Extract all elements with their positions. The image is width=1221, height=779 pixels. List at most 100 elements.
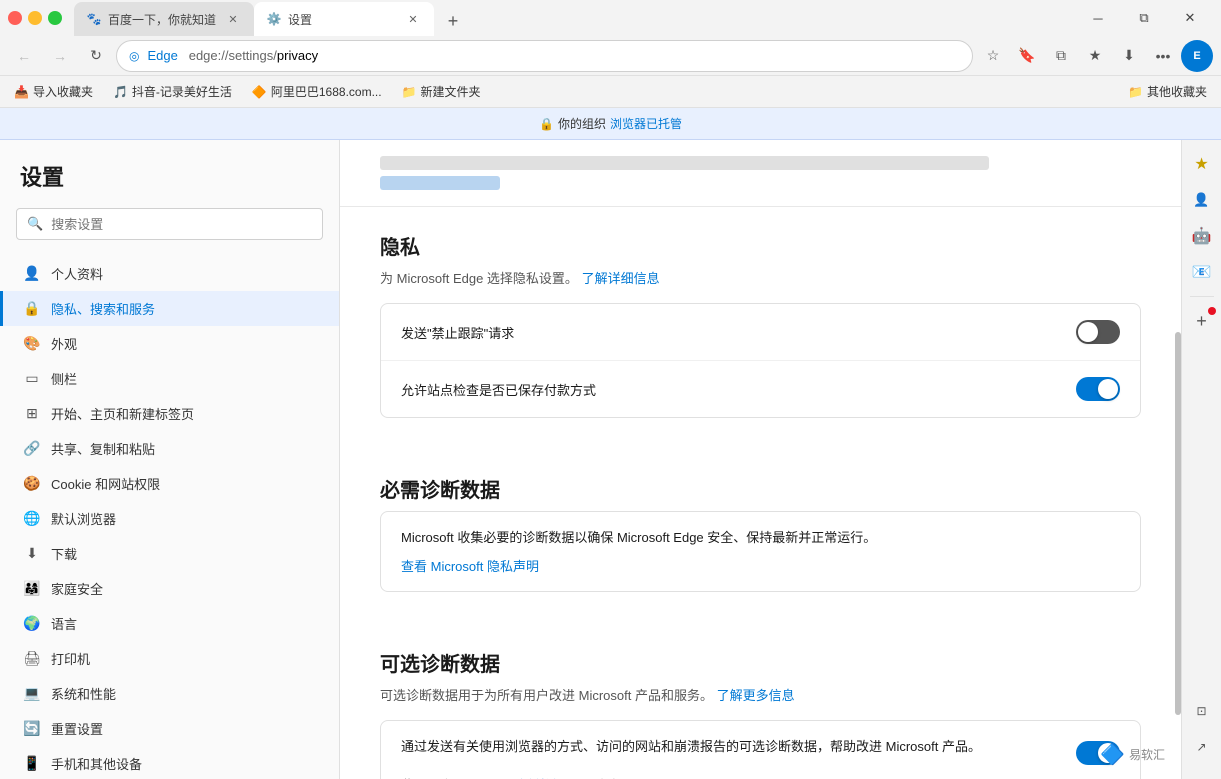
sidebar-item-default-browser[interactable]: 🌐 默认浏览器 bbox=[0, 501, 339, 536]
new-tab-button[interactable]: + bbox=[438, 6, 468, 36]
more-button[interactable]: ••• bbox=[1147, 40, 1179, 72]
address-bar[interactable]: ◎ Edge edge://settings/privacy bbox=[116, 40, 973, 72]
sidebar-item-language[interactable]: 🌍 语言 bbox=[0, 606, 339, 641]
window-maximize-btn[interactable] bbox=[48, 11, 62, 25]
sidebar-screen-icon[interactable]: ⊡ bbox=[1186, 695, 1218, 727]
sidebar-item-share[interactable]: 🔗 共享、复制和粘贴 bbox=[0, 431, 339, 466]
privacy-desc-text: 为 Microsoft Edge 选择隐私设置。 bbox=[380, 271, 578, 286]
bookmarks-bar: 📥 导入收藏夹 🎵 抖音-记录美好生活 🔶 阿里巴巴1688.com... 📁 … bbox=[0, 76, 1221, 108]
appearance-icon: 🎨 bbox=[23, 335, 41, 353]
right-sidebar-separator bbox=[1190, 296, 1214, 297]
sidebar-item-appearance-label: 外观 bbox=[51, 334, 77, 353]
sidebar-outlook-icon[interactable]: 📧 bbox=[1186, 256, 1218, 288]
sidebar-copilot-icon[interactable]: 🤖 bbox=[1186, 220, 1218, 252]
sidebar-item-privacy[interactable]: 🔒 隐私、搜索和服务 bbox=[0, 291, 339, 326]
notification-text: 你的组织 bbox=[558, 115, 606, 132]
profile-icon: 👤 bbox=[23, 265, 41, 283]
star-button[interactable]: ☆ bbox=[977, 40, 1009, 72]
search-icon: 🔍 bbox=[27, 216, 43, 232]
privacy-section-title: 隐私 bbox=[380, 207, 1141, 260]
optional-learn-more-link[interactable]: 了解更多信息 bbox=[717, 688, 795, 703]
tab-settings-favicon: ⚙️ bbox=[266, 11, 282, 27]
share-icon: 🔗 bbox=[23, 440, 41, 458]
watermark: 🔷 易软汇 bbox=[1100, 742, 1165, 767]
bookmark-new-folder[interactable]: 📁 新建文件夹 bbox=[396, 81, 487, 102]
sidebar-item-mobile[interactable]: 📱 手机和其他设备 bbox=[0, 746, 339, 779]
default-browser-icon: 🌐 bbox=[23, 510, 41, 528]
tab-settings[interactable]: ⚙️ 设置 ✕ bbox=[254, 2, 434, 36]
address-text: Edge edge://settings/privacy bbox=[147, 48, 960, 63]
sidebar-title: 设置 bbox=[0, 160, 339, 208]
privacy-section-desc: 为 Microsoft Edge 选择隐私设置。 了解详细信息 bbox=[380, 268, 1141, 287]
other-bookmarks-label: 其他收藏夹 bbox=[1147, 83, 1207, 100]
sidebar-item-startup[interactable]: ⊞ 开始、主页和新建标签页 bbox=[0, 396, 339, 431]
favorites-button[interactable]: ★ bbox=[1079, 40, 1111, 72]
optional-card-main-text: 通过发送有关使用浏览器的方式、访问的网站和崩溃报告的可选诊断数据，帮助改进 Mi… bbox=[401, 739, 981, 754]
sidebar-item-system[interactable]: 💻 系统和性能 bbox=[0, 676, 339, 711]
sidebar-item-reset[interactable]: 🔄 重置设置 bbox=[0, 711, 339, 746]
sidebar-icon: ▭ bbox=[23, 370, 41, 388]
bookmark-folder-icon: 📁 bbox=[402, 85, 417, 99]
sidebar-item-reset-label: 重置设置 bbox=[51, 719, 103, 738]
bookmark-alibaba-icon: 🔶 bbox=[252, 85, 267, 99]
close-btn[interactable]: ✕ bbox=[1167, 2, 1213, 34]
sidebar-item-sidebar-label: 侧栏 bbox=[51, 369, 77, 388]
required-diagnostic-text: Microsoft 收集必要的诊断数据以确保 Microsoft Edge 安全… bbox=[401, 528, 1120, 548]
collections-button[interactable]: 🔖 bbox=[1011, 40, 1043, 72]
sidebar-add-icon[interactable]: + bbox=[1186, 305, 1218, 337]
sidebar-item-printer[interactable]: 🖨 打印机 bbox=[0, 641, 339, 676]
sidebar-external-icon[interactable]: ↗ bbox=[1186, 731, 1218, 763]
other-bookmarks[interactable]: 📁 其他收藏夹 bbox=[1122, 81, 1213, 102]
sidebar-item-cookies-label: Cookie 和网站权限 bbox=[51, 474, 160, 493]
top-partial-content bbox=[340, 140, 1181, 207]
window-minimize-btn[interactable] bbox=[28, 11, 42, 25]
tab-baidu-favicon: 🐾 bbox=[86, 11, 102, 27]
privacy-section: 隐私 为 Microsoft Edge 选择隐私设置。 了解详细信息 发送"禁止… bbox=[380, 207, 1141, 418]
back-button[interactable]: ← bbox=[8, 40, 40, 72]
notification-link[interactable]: 浏览器已托管 bbox=[610, 115, 682, 132]
sidebar-item-family[interactable]: 👨‍👩‍👧 家庭安全 bbox=[0, 571, 339, 606]
refresh-button[interactable]: ↻ bbox=[80, 40, 112, 72]
sidebar-item-profile[interactable]: 👤 个人资料 bbox=[0, 256, 339, 291]
sidebar-item-family-label: 家庭安全 bbox=[51, 579, 103, 598]
browser-window: 🐾 百度一下，你就知道 ✕ ⚙️ 设置 ✕ + ─ ⧉ ✕ ← → ↻ ◎ bbox=[0, 0, 1221, 779]
sidebar-item-sidebar[interactable]: ▭ 侧栏 bbox=[0, 361, 339, 396]
do-not-track-toggle[interactable] bbox=[1076, 320, 1120, 344]
bookmark-tiktok[interactable]: 🎵 抖音-记录美好生活 bbox=[107, 81, 238, 102]
split-view-button[interactable]: ⧉ bbox=[1045, 40, 1077, 72]
watermark-text: 易软汇 bbox=[1129, 746, 1165, 763]
sidebar-item-cookies[interactable]: 🍪 Cookie 和网站权限 bbox=[0, 466, 339, 501]
sidebar-item-appearance[interactable]: 🎨 外观 bbox=[0, 326, 339, 361]
forward-button[interactable]: → bbox=[44, 40, 76, 72]
privacy-statement-link-text: Microsoft 隐私声明 bbox=[431, 559, 539, 574]
window-close-btn[interactable] bbox=[8, 11, 22, 25]
tab-baidu[interactable]: 🐾 百度一下，你就知道 ✕ bbox=[74, 2, 254, 36]
toolbar-actions: ☆ 🔖 ⧉ ★ ⬇ ••• E bbox=[977, 40, 1213, 72]
startup-icon: ⊞ bbox=[23, 405, 41, 423]
privacy-learn-more-link[interactable]: 了解详细信息 bbox=[582, 271, 660, 286]
tab-settings-close[interactable]: ✕ bbox=[404, 10, 422, 28]
bookmark-import[interactable]: 📥 导入收藏夹 bbox=[8, 81, 99, 102]
sidebar-profile-icon[interactable]: 👤 bbox=[1186, 184, 1218, 216]
privacy-statement-prefix: 查看 bbox=[401, 559, 431, 574]
reset-icon: 🔄 bbox=[23, 720, 41, 738]
scrollbar-thumb[interactable] bbox=[1175, 332, 1181, 715]
payment-method-label: 允许站点检查是否已保存付款方式 bbox=[401, 380, 1076, 399]
required-diagnostic-card: Microsoft 收集必要的诊断数据以确保 Microsoft Edge 安全… bbox=[380, 511, 1141, 592]
required-diagnostic-title: 必需诊断数据 bbox=[380, 450, 1141, 503]
minimize-btn[interactable]: ─ bbox=[1075, 2, 1121, 34]
search-box[interactable]: 🔍 bbox=[16, 208, 323, 240]
sidebar-item-downloads[interactable]: ⬇ 下载 bbox=[0, 536, 339, 571]
payment-method-toggle[interactable] bbox=[1076, 377, 1120, 401]
restore-btn[interactable]: ⧉ bbox=[1121, 2, 1167, 34]
sidebar-item-share-label: 共享、复制和粘贴 bbox=[51, 439, 155, 458]
search-input[interactable] bbox=[51, 217, 312, 232]
privacy-statement-link[interactable]: 查看 Microsoft 隐私声明 bbox=[401, 556, 1120, 575]
tab-baidu-close[interactable]: ✕ bbox=[224, 10, 242, 28]
bookmark-alibaba[interactable]: 🔶 阿里巴巴1688.com... bbox=[246, 81, 388, 102]
sidebar-favorites-icon[interactable]: ★ bbox=[1186, 148, 1218, 180]
downloads-toolbar-button[interactable]: ⬇ bbox=[1113, 40, 1145, 72]
address-bar-icon: ◎ bbox=[129, 49, 139, 63]
edge-profile-button[interactable]: E bbox=[1181, 40, 1213, 72]
content-area: 隐私 为 Microsoft Edge 选择隐私设置。 了解详细信息 发送"禁止… bbox=[340, 140, 1181, 779]
